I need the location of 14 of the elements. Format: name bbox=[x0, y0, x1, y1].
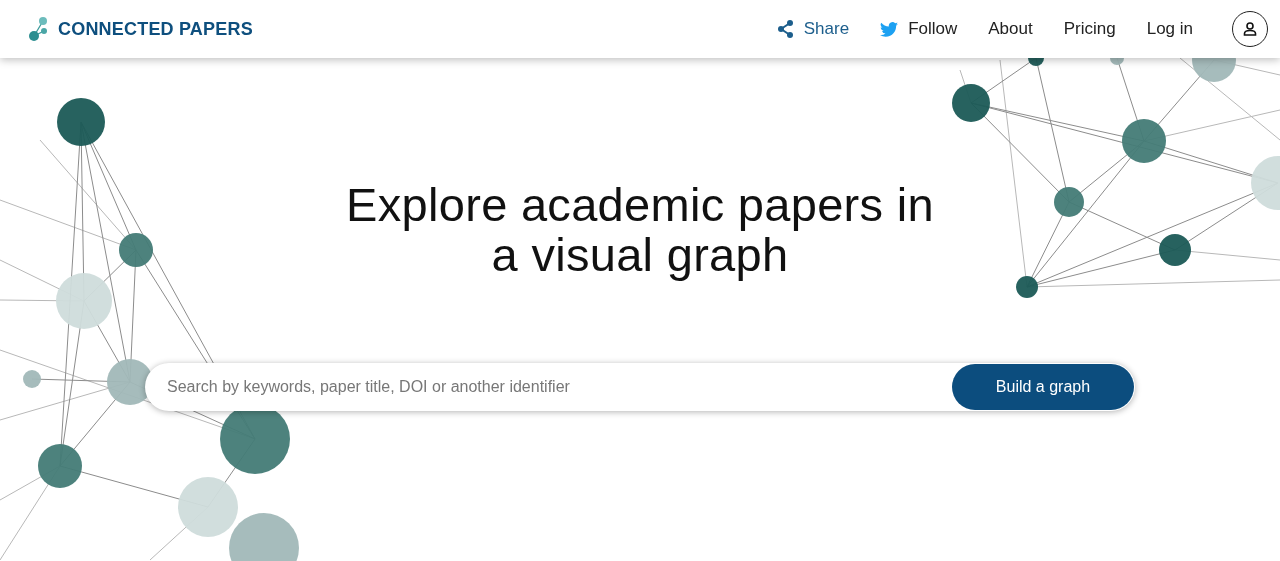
logo-text[interactable]: CONNECTED PAPERS bbox=[58, 18, 253, 40]
bird-icon bbox=[880, 21, 899, 37]
user-icon bbox=[1243, 22, 1257, 36]
share-icon bbox=[776, 20, 794, 38]
build-graph-button[interactable]: Build a graph bbox=[952, 364, 1134, 410]
nav-link[interactable]: Pricing bbox=[1063, 19, 1116, 39]
nav-link[interactable]: Log in bbox=[1146, 19, 1193, 39]
nav-link[interactable]: About bbox=[988, 19, 1033, 39]
hero-title: Explore academic papers in a visual graph bbox=[345, 180, 935, 280]
follow-link[interactable]: Follow bbox=[880, 19, 958, 39]
search-field[interactable]: Search by keywords, paper title, DOI or another identifier Build a graph bbox=[145, 363, 1135, 411]
account-button[interactable] bbox=[1232, 11, 1268, 47]
logo-icon[interactable] bbox=[28, 16, 50, 42]
share-link[interactable]: Share bbox=[776, 19, 850, 39]
